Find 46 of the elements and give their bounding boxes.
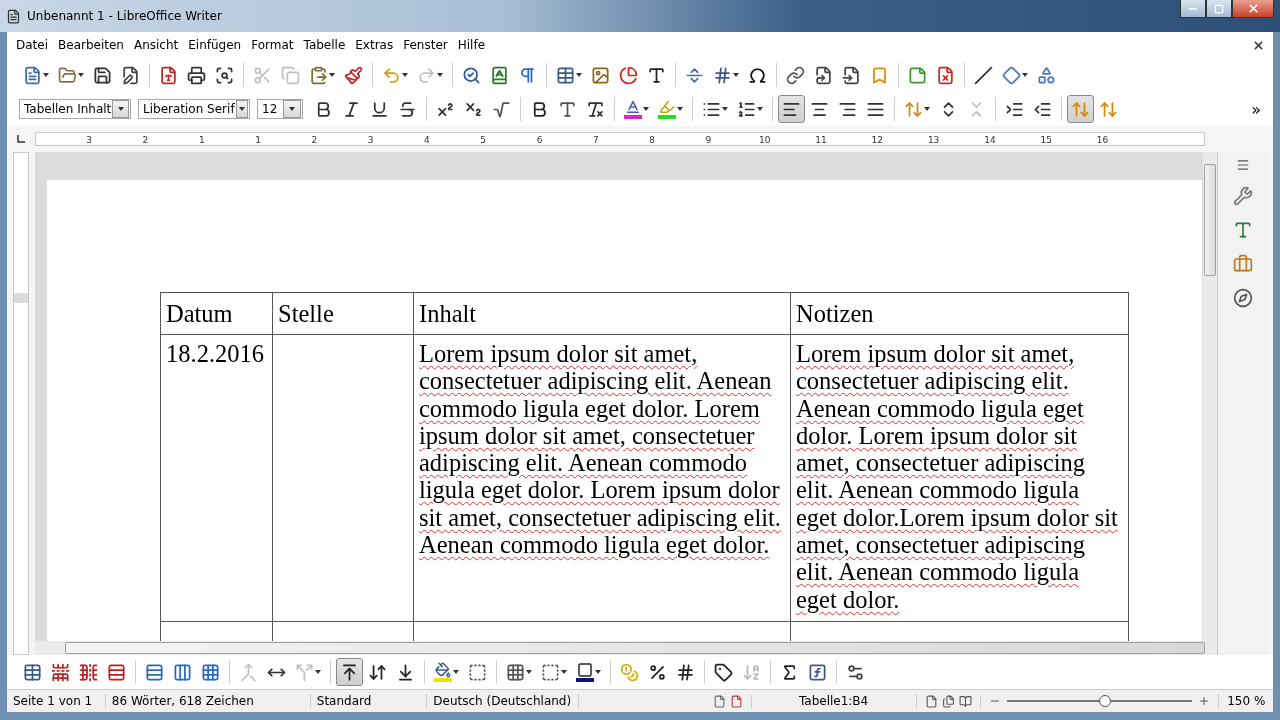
table-header-cell: Stelle <box>272 292 414 335</box>
ruler-label: 8 <box>648 134 656 145</box>
ruler-label: 1 <box>197 134 206 145</box>
ruler-label: 11 <box>814 134 828 145</box>
table-cell: Lorem ipsum dolor sit amet, consectetuer adipiscing elit. Aenean commodo ligula eget dolor. Lorem ipsum dolor sit amet, consectetuer adipiscing elit. Aenean commodo ligula eget dolor.Lorem ipsum dolor sit amet, consectetuer adipiscing elit. Aenean commodo ligula eget dolor. <box>790 334 1129 622</box>
ruler-label: 3 <box>85 134 93 145</box>
ruler-label: 13 <box>926 134 941 145</box>
ruler-label: 16 <box>1095 134 1110 145</box>
ruler-label: 1 <box>254 134 262 145</box>
menu-item[interactable]: Fenster <box>398 38 453 52</box>
ruler-label: 3 <box>366 134 375 145</box>
menu-item[interactable]: Datei <box>11 38 53 52</box>
menu-item[interactable]: Tabelle <box>298 38 351 52</box>
ruler-label: 15 <box>1039 134 1053 145</box>
ruler-label: 2 <box>141 134 150 145</box>
menu-item[interactable]: Einfügen <box>183 38 247 52</box>
ruler-label: 5 <box>479 134 488 145</box>
table-header-cell: Inhalt <box>413 292 791 335</box>
ruler-label: 7 <box>591 134 600 145</box>
zoom-level: 150 % <box>1218 694 1273 708</box>
table-cell: Lorem ipsum dolor sit amet, consectetuer adipiscing elit. Aenean commodo ligula eget dolor. Lorem ipsum dolor sit amet, consectetuer adipiscing elit. Aenean commodo ligula eget dolor. Lorem ipsum dolor sit amet, consectetuer adipiscing elit. Aenean commodo ligula eget dolor. <box>413 334 791 622</box>
ruler-label: 10 <box>758 134 772 145</box>
overflow-button[interactable]: » <box>1251 99 1261 119</box>
language: Deutsch (Deutschland) <box>427 694 580 708</box>
table-header-cell: Datum <box>160 292 273 335</box>
window-title: Unbenannt 1 - LibreOffice Writer <box>27 9 222 23</box>
font-size-field[interactable]: 12 <box>257 99 303 119</box>
ruler-label: 2 <box>310 134 319 145</box>
ruler-label: 14 <box>983 134 997 145</box>
font-name-field[interactable]: Liberation Serif <box>138 99 250 119</box>
paragraph-style-field[interactable]: Tabellen Inhalt <box>19 99 131 119</box>
table-cell: 18.2.2016 <box>160 334 273 622</box>
menu-item[interactable]: Bearbeiten <box>53 38 129 52</box>
page-style: Standard <box>310 694 428 708</box>
menu-item[interactable]: Hilfe <box>452 38 491 52</box>
menu-item[interactable]: Extras <box>350 38 399 52</box>
menu-item[interactable]: Format <box>246 38 299 52</box>
ruler-label: 4 <box>423 134 431 145</box>
page-count: Seite 1 von 1 <box>7 694 106 708</box>
table-cell-address: Tabelle1:B4 <box>751 694 917 708</box>
table-header-cell: Notizen <box>790 292 1129 335</box>
ruler-label: 6 <box>535 134 544 145</box>
ruler-label: 9 <box>704 134 713 145</box>
word-count: 86 Wörter, 618 Zeichen <box>105 694 311 708</box>
menu-item[interactable]: Ansicht <box>128 38 184 52</box>
ruler-label: 12 <box>870 134 885 145</box>
